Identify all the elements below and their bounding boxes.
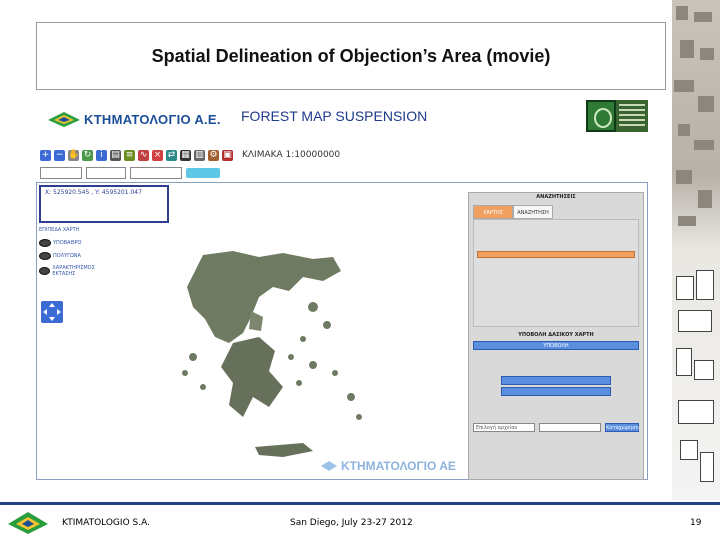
pan-control-icon[interactable] [41, 301, 63, 323]
watermark-text: ΚΤΗΜΑΤΟΛΟΓΙΟ ΑΕ [341, 459, 456, 473]
region-select[interactable] [40, 167, 82, 179]
file-input[interactable] [539, 423, 601, 432]
map-watermark: ΚΤΗΜΑΤΟΛΟΓΙΟ ΑΕ [319, 459, 479, 475]
upload-button[interactable]: Καταχώρηση [605, 423, 639, 432]
eye-icon[interactable] [39, 267, 51, 275]
layers-list: ΕΠΙΠΕΔΑ ΧΑΡΤΗ ΥΠΟΒΑΘΡΟ ΠΟΛΥΓΩΝΑ ΧΑΡΑΚΤΗΡ… [39, 227, 115, 277]
footer-organization: KTIMATOLOGIO S.A. [62, 518, 150, 528]
submit-button[interactable]: ΥΠΟΒΟΛΗ [473, 341, 639, 350]
pan-icon[interactable]: ✋ [68, 149, 79, 161]
app-heading: FOREST MAP SUSPENSION [241, 108, 428, 124]
map-thumbnail-strip [672, 0, 720, 500]
print-icon[interactable]: ▤ [110, 149, 121, 161]
layer-label: ΧΑΡΑΚΤΗΡΙΣΜΟΣ ΕΚΤΑΣΗΣ [52, 265, 95, 277]
zoom-out-icon[interactable]: − [54, 149, 65, 161]
table-icon[interactable]: ▥ [194, 149, 205, 161]
upload-option-button[interactable] [501, 387, 611, 396]
panel-instruction-line [477, 232, 635, 239]
eye-icon[interactable] [39, 239, 51, 247]
grid-icon[interactable]: ▦ [180, 149, 191, 161]
ministry-emblem-icon [586, 100, 616, 132]
footer-bar [0, 502, 720, 505]
app-logo-text: ΚΤΗΜΑΤΟΛΟΓΙΟ Α.Ε. [84, 112, 221, 127]
upload-note-2 [473, 400, 639, 420]
measure-icon[interactable]: ∿ [138, 149, 149, 161]
panel-form [473, 219, 639, 327]
footnote [473, 435, 639, 442]
footer-logo-icon [8, 512, 48, 534]
app-screenshot: ΚΤΗΜΑΤΟΛΟΓΙΟ Α.Ε. FOREST MAP SUSPENSION … [36, 92, 648, 492]
prefecture-select[interactable] [86, 167, 126, 179]
go-button[interactable] [186, 168, 220, 178]
tab-map[interactable]: ΧΑΡΤΗΣ [473, 205, 513, 219]
watermark-logo-icon [321, 461, 337, 471]
footer-event: San Diego, July 23-27 2012 [290, 518, 413, 528]
ministry-logo [586, 100, 648, 132]
coordinates-box: X: 525920.545 , Y: 4595201.047 [39, 185, 169, 223]
upload-section: ΥΠΟΒΟΛΗ ΔΑΣΙΚΟΥ ΧΑΡΤΗ ΥΠΟΒΟΛΗ Επιλογή αρ… [473, 331, 639, 442]
file-label: Επιλογή αρχείου [473, 423, 535, 432]
upload-option-button[interactable] [501, 376, 611, 385]
close-icon[interactable]: × [152, 149, 163, 161]
zoom-in-icon[interactable]: + [40, 149, 51, 161]
tab-search[interactable]: ΑΝΑΖΗΤΗΣΗ [513, 205, 553, 219]
layer-item[interactable]: ΧΑΡΑΚΤΗΡΙΣΜΟΣ ΕΚΤΑΣΗΣ [39, 265, 115, 277]
info-icon[interactable]: i [96, 149, 107, 161]
upload-note [473, 354, 639, 374]
page-number: 19 [690, 518, 702, 528]
app-header: ΚΤΗΜΑΤΟΛΟΓΙΟ Α.Ε. FOREST MAP SUSPENSION [36, 92, 648, 140]
panel-instruction-line [477, 223, 635, 230]
layers-title: ΕΠΙΠΕΔΑ ΧΑΡΤΗ [39, 227, 80, 233]
panel-tabs: ΧΑΡΤΗΣ ΑΝΑΖΗΤΗΣΗ [473, 205, 643, 219]
layer-label: ΠΟΛΥΓΩΝΑ [53, 253, 81, 259]
eye-icon[interactable] [39, 252, 51, 260]
ktimatologio-logo-icon [48, 112, 80, 127]
file-row: Επιλογή αρχείου Καταχώρηση [473, 423, 639, 432]
layer-item[interactable]: ΥΠΟΒΑΘΡΟ [39, 239, 115, 247]
layer-label: ΥΠΟΒΑΘΡΟ [53, 240, 82, 246]
layers-icon[interactable]: ≡ [124, 149, 135, 161]
selector-row [40, 166, 640, 180]
slide-title: Spatial Delineation of Objection’s Area … [151, 45, 551, 66]
greece-map-image [182, 251, 362, 457]
upload-section-title: ΥΠΟΒΟΛΗ ΔΑΣΙΚΟΥ ΧΑΡΤΗ [518, 332, 594, 338]
legend-icon[interactable]: ▣ [222, 149, 233, 161]
export-icon[interactable]: ⇄ [166, 149, 177, 161]
layer-item[interactable]: ΠΟΛΥΓΩΝΑ [39, 252, 115, 260]
map-toolbar: + − ✋ ↻ i ▤ ≡ ∿ × ⇄ ▦ ▥ ⚙ ▣ ΚΛΙΜΑΚΑ 1:10… [40, 146, 640, 164]
slide-title-box: Spatial Delineation of Objection’s Area … [36, 22, 666, 90]
tools-icon[interactable]: ⚙ [208, 149, 219, 161]
refresh-icon[interactable]: ↻ [82, 149, 93, 161]
panel-title: ΑΝΑΖΗΤΗΣΕΙΣ [536, 194, 576, 200]
coordinates-input-field[interactable] [477, 251, 635, 258]
scale-label: ΚΛΙΜΑΚΑ 1:10000000 [242, 150, 341, 160]
objection-panel: ΑΝΑΖΗΤΗΣΕΙΣ ΧΑΡΤΗΣ ΑΝΑΖΗΤΗΣΗ ΥΠΟΒΟΛΗ ΔΑΣ… [468, 192, 644, 480]
panel-instruction-line [477, 241, 635, 248]
municipality-select[interactable] [130, 167, 182, 179]
coordinates-readout: X: 525920.545 , Y: 4595201.047 [45, 189, 142, 196]
